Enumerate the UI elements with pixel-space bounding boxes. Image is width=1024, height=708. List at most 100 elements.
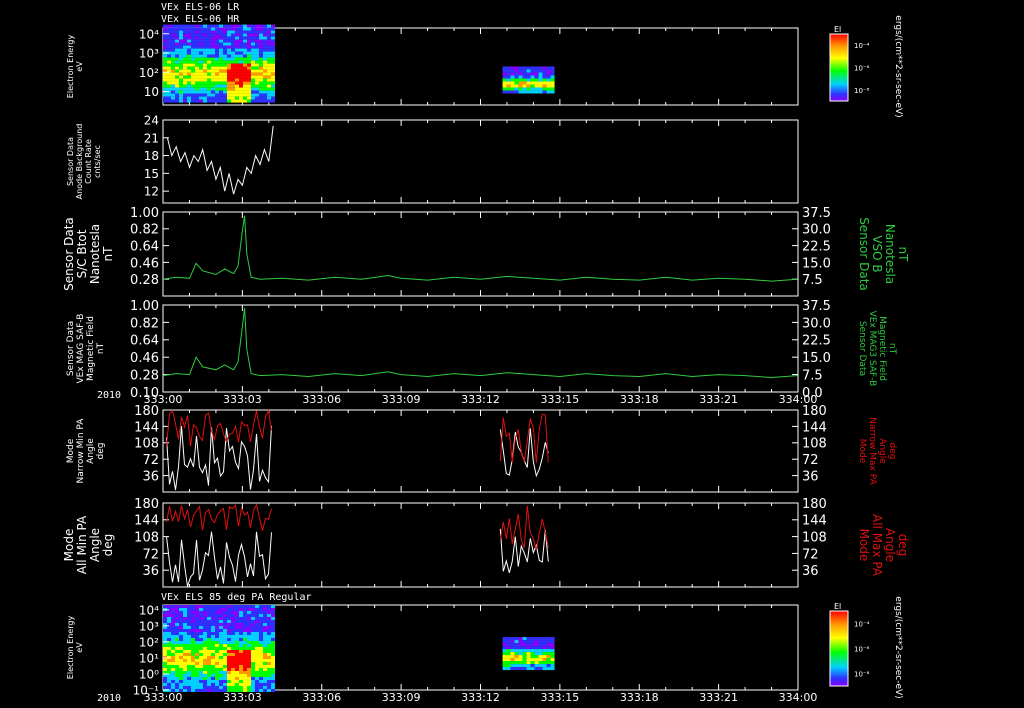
panel-electron-energy-top-cell: [239, 72, 243, 76]
panel-electron-energy-bottom-cell: [231, 613, 235, 617]
panel-electron-energy-top-cell: [522, 72, 527, 76]
panel-electron-energy-bottom-cell: [167, 661, 171, 665]
panel-mag-saf-right-tick-label-1: 30.0: [802, 316, 831, 331]
panel-electron-energy-bottom-cell: [243, 616, 247, 620]
panel-electron-energy-top-cell: [239, 57, 243, 61]
panel-electron-energy-bottom-colorbar-tick-1: 10⁻⁶: [854, 646, 870, 654]
panel-electron-energy-top-cell: [506, 72, 511, 76]
panel-electron-energy-top-cell: [163, 42, 167, 46]
panel-electron-energy-bottom-cell: [235, 637, 239, 641]
panel-electron-energy-top-cell: [219, 48, 223, 52]
panel-electron-energy-top-cell: [187, 30, 191, 34]
panel-mag-saf-left-label-0: Sensor Data: [66, 321, 76, 376]
panel-electron-energy-top-cell: [227, 48, 231, 52]
panel-electron-energy-bottom-cell: [179, 634, 183, 638]
panel-electron-energy-bottom-cell: [239, 631, 243, 635]
panel-electron-energy-bottom-cell: [259, 655, 263, 659]
panel-electron-energy-bottom-cell: [502, 658, 507, 662]
panel-electron-energy-bottom-cell: [243, 622, 247, 626]
panel-electron-energy-top-cell: [243, 24, 247, 28]
panel-electron-energy-top-cell: [171, 27, 175, 31]
panel-electron-energy-top-cell: [195, 24, 199, 28]
panel-electron-energy-bottom-cell: [163, 682, 167, 686]
panel-electron-energy-top-cell: [231, 75, 235, 79]
panel-electron-energy-bottom-cell: [219, 670, 223, 674]
panel-electron-energy-bottom-cell: [231, 649, 235, 653]
panel-electron-energy-bottom-cell: [199, 661, 203, 665]
panel-electron-energy-bottom-cell: [259, 607, 263, 611]
panel-electron-energy-top-cell: [163, 24, 167, 28]
panel-electron-energy-bottom-cell: [215, 658, 219, 662]
panel-electron-energy-bottom-cell: [223, 676, 227, 680]
panel-electron-energy-top-cell: [203, 24, 207, 28]
panel-electron-energy-bottom-cell: [526, 661, 531, 665]
panel-electron-energy-bottom-cell: [255, 622, 259, 626]
panel-mag-saf-right-tick-label-4: 7.5: [802, 369, 823, 384]
panel-electron-energy-bottom-cell: [522, 664, 527, 668]
panel-electron-energy-bottom-cell: [514, 661, 519, 665]
panel-electron-energy-bottom-cell: [502, 655, 507, 659]
panel-electron-energy-bottom-cell: [219, 613, 223, 617]
panel-electron-energy-bottom-cell: [231, 685, 235, 689]
panel-electron-energy-bottom-cell: [259, 613, 263, 617]
panel-electron-energy-top-cell: [271, 87, 275, 91]
panel-electron-energy-bottom-cell: [239, 610, 243, 614]
panel-electron-energy-top-cell: [247, 78, 251, 82]
panel-electron-energy-bottom-cell: [203, 628, 207, 632]
panel-electron-energy-bottom-cell: [171, 664, 175, 668]
panel-electron-energy-bottom-cell: [215, 616, 219, 620]
panel-electron-energy-bottom-cell: [199, 622, 203, 626]
panel-electron-energy-bottom-cell: [171, 646, 175, 650]
panel-all-pa-right-tick-label-0: 180: [802, 497, 827, 512]
panel-all-pa-right-label-3: deg: [896, 534, 910, 557]
panel-electron-energy-bottom-cell: [259, 610, 263, 614]
panel-electron-energy-bottom-cell: [538, 667, 543, 671]
panel-electron-energy-top-cell: [203, 75, 207, 79]
panel-electron-energy-bottom-cell: [231, 673, 235, 677]
panel-electron-energy-bottom-cell: [263, 673, 267, 677]
panel-electron-energy-bottom-cell: [195, 622, 199, 626]
panel-sc-btot-left-tick-label-0: 1.00: [130, 206, 159, 221]
panel-electron-energy-top-cell: [199, 93, 203, 97]
panel-electron-energy-top-cell: [215, 96, 219, 100]
panel-electron-energy-bottom-cell: [263, 631, 267, 635]
panel-electron-energy-top-cell: [163, 39, 167, 43]
panel-electron-energy-top-cell: [235, 75, 239, 79]
panel-electron-energy-bottom-cell: [271, 664, 275, 668]
panel-electron-energy-bottom-cell: [534, 652, 539, 656]
panel-electron-energy-top-cell: [183, 45, 187, 49]
panel-electron-energy-bottom-cell: [267, 622, 271, 626]
panel-electron-energy-top-cell: [239, 33, 243, 37]
panel-electron-energy-bottom-cell: [259, 631, 263, 635]
panel-electron-energy-bottom-cell: [522, 655, 527, 659]
panel-electron-energy-top-cell: [199, 63, 203, 67]
panel-electron-energy-bottom-cell: [227, 631, 231, 635]
panel-electron-energy-bottom-cell: [247, 628, 251, 632]
panel-electron-energy-bottom-cell: [187, 619, 191, 623]
panel-electron-energy-bottom-cell: [219, 610, 223, 614]
panel-sc-btot-right-tick-label-3: 15.0: [802, 256, 831, 271]
panel-electron-energy-top-cell: [502, 75, 507, 79]
panel-electron-energy-top-cell: [518, 72, 523, 76]
panel-electron-energy-top-cell: [207, 45, 211, 49]
panel-electron-energy-bottom-cell: [187, 673, 191, 677]
panel-electron-energy-bottom-cell: [534, 640, 539, 644]
panel-electron-energy-top-cell: [203, 87, 207, 91]
panel-electron-energy-top-cell: [259, 57, 263, 61]
panel-electron-energy-bottom-cell: [219, 667, 223, 671]
panel-electron-energy-top-cell: [534, 66, 539, 70]
panel-electron-energy-bottom-cell: [195, 616, 199, 620]
panel-electron-energy-top-cell: [247, 93, 251, 97]
panel-electron-energy-bottom-cell: [207, 655, 211, 659]
panel-electron-energy-top-cell: [514, 66, 519, 70]
panel-electron-energy-bottom-cell: [243, 655, 247, 659]
panel-electron-energy-top-cell: [163, 57, 167, 61]
panel-electron-energy-bottom-cell: [522, 661, 527, 665]
panel-electron-energy-bottom-cell: [235, 640, 239, 644]
panel-electron-energy-top-cell: [207, 96, 211, 100]
panel-electron-energy-bottom-cell: [235, 661, 239, 665]
panel-electron-energy-bottom-cell: [211, 652, 215, 656]
panel-narrow-pa-left-label-2: Angle: [86, 438, 96, 464]
panel-electron-energy-top-cell: [183, 63, 187, 67]
panel-electron-energy-bottom-cell: [251, 640, 255, 644]
